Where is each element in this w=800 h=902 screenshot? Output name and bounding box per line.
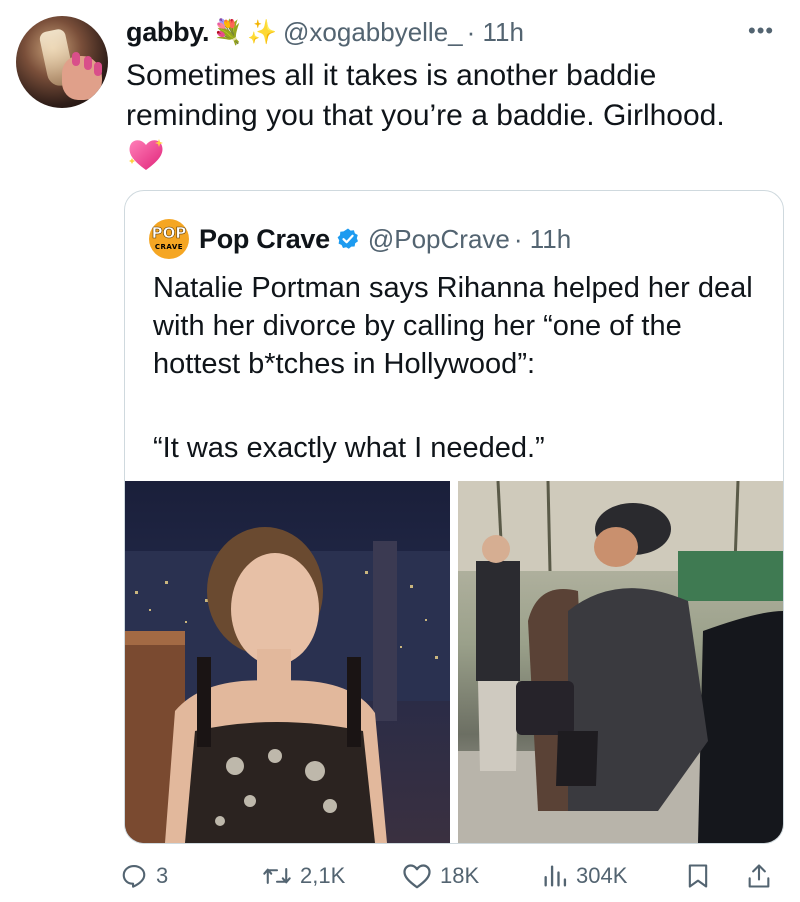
like-count: 18K: [440, 863, 480, 888]
quoted-author-handle[interactable]: @PopCrave: [368, 224, 510, 255]
bookmark-button[interactable]: [686, 858, 718, 894]
tweet-time[interactable]: · 11h: [467, 17, 524, 48]
tweet-text: Sometimes all it takes is another baddie…: [126, 59, 725, 132]
author-avatar[interactable]: [16, 16, 108, 108]
hug-photo: [458, 481, 783, 843]
reply-button[interactable]: 3: [120, 858, 168, 894]
repost-icon: [263, 868, 291, 884]
reply-count: 3: [156, 863, 169, 888]
interview-photo: [125, 527, 450, 843]
tweet-action-bar: 3 2,1K 18K 304K: [0, 858, 800, 894]
reply-icon: [122, 865, 146, 888]
popcrave-avatar[interactable]: POP CRAVE: [149, 219, 189, 259]
verified-badge-icon: [337, 228, 358, 249]
quoted-tweet-quote: “It was exactly what I needed.”: [153, 432, 545, 464]
bouquet-emoji: 💐: [213, 18, 244, 46]
bookmark-icon: [688, 864, 708, 888]
quoted-tweet-card[interactable]: POP CRAVE Pop Crave @PopCrave · 11h Nata…: [124, 190, 784, 844]
heart-icon: [403, 864, 431, 889]
repost-count: 2,1K: [300, 863, 346, 888]
repost-button[interactable]: 2,1K: [262, 858, 345, 894]
quoted-author-name[interactable]: Pop Crave: [199, 224, 330, 255]
share-icon: [748, 864, 770, 888]
sparkles-emoji: ✨: [247, 18, 277, 46]
like-button[interactable]: 18K: [402, 858, 479, 894]
views-button[interactable]: 304K: [542, 858, 627, 894]
author-name[interactable]: gabby.: [126, 17, 210, 48]
quoted-tweet-time[interactable]: · 11h: [514, 224, 571, 255]
views-count: 304K: [576, 863, 628, 888]
quoted-photo-right[interactable]: [458, 481, 783, 843]
author-handle[interactable]: @xogabbyelle_: [283, 17, 463, 48]
sparkling-heart-emoji: [129, 139, 163, 170]
share-button[interactable]: [746, 858, 780, 894]
quoted-tweet-header: POP CRAVE Pop Crave @PopCrave · 11h: [149, 219, 571, 259]
quoted-tweet-text: Natalie Portman says Rihanna helped her …: [153, 272, 753, 380]
views-icon: [544, 865, 567, 887]
more-options-icon[interactable]: •••: [748, 18, 774, 44]
quoted-photo-left[interactable]: [125, 481, 450, 843]
tweet-header: gabby. 💐 ✨ @xogabbyelle_ · 11h: [126, 14, 524, 50]
